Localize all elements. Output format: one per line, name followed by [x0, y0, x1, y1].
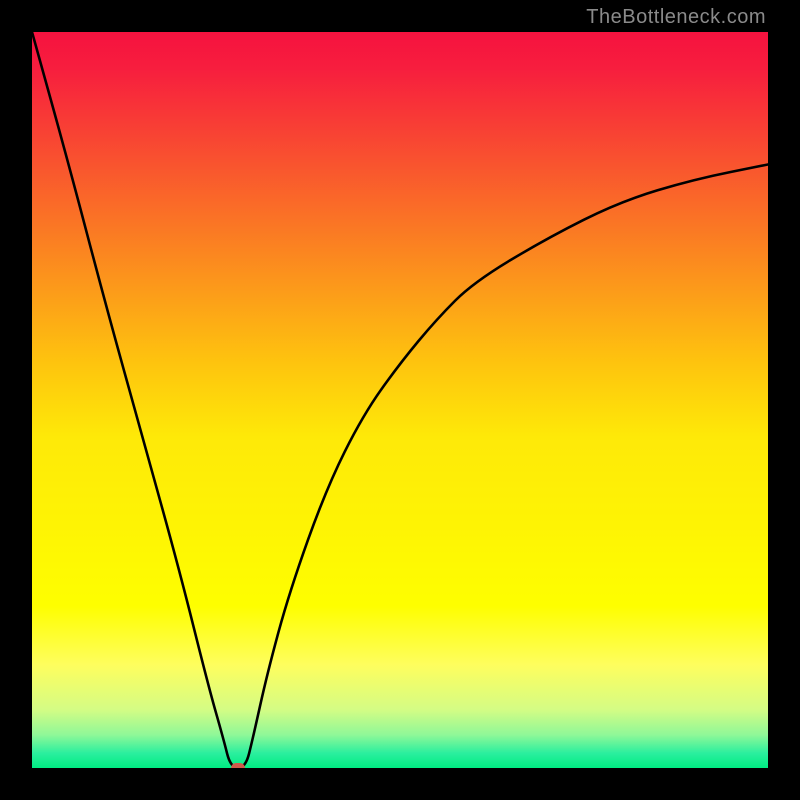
- plot-area: [32, 32, 768, 768]
- attribution-label: TheBottleneck.com: [586, 6, 766, 29]
- minimum-marker: [231, 763, 245, 768]
- bottleneck-curve: [32, 32, 768, 768]
- chart-frame: TheBottleneck.com: [0, 0, 800, 800]
